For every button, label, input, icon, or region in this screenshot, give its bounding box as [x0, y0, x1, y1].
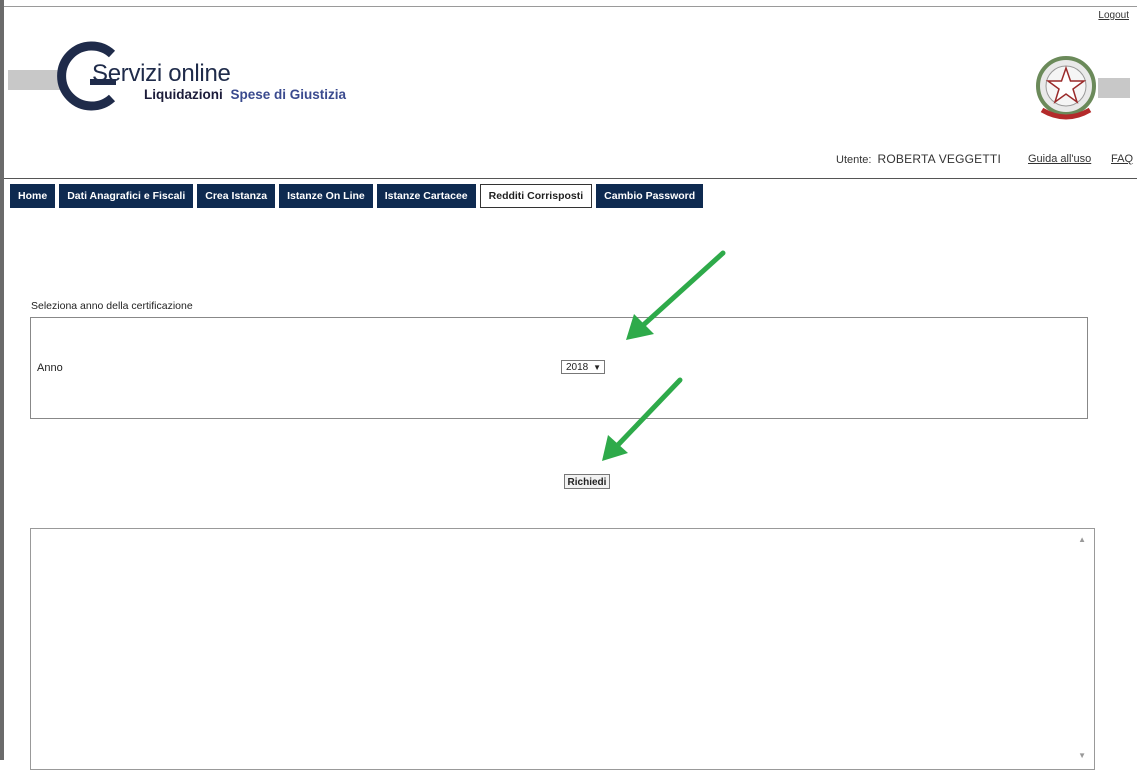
- year-select-value: 2018: [566, 362, 589, 373]
- scroll-up-icon[interactable]: ▲: [1078, 535, 1086, 544]
- tab-cambio-password[interactable]: Cambio Password: [596, 184, 704, 208]
- annotation-arrow-icon: [602, 377, 683, 461]
- tab-istanze-online[interactable]: Istanze On Line: [279, 184, 373, 208]
- section-title: Seleziona anno della certificazione: [31, 300, 193, 312]
- faq-link[interactable]: FAQ: [1111, 153, 1133, 165]
- tab-redditi-corrisposti[interactable]: Redditi Corrisposti: [479, 184, 593, 208]
- filter-fieldset: [30, 317, 1088, 419]
- window-frame-left: [0, 0, 4, 760]
- window-frame-top: [4, 6, 1137, 7]
- brand-sub-colored: Spese di Giustizia: [230, 87, 347, 102]
- result-textarea[interactable]: ▲ ▼: [30, 528, 1095, 770]
- tab-crea-istanza[interactable]: Crea Istanza: [197, 184, 276, 208]
- italian-emblem-icon: [1036, 56, 1096, 120]
- nav-divider: [4, 178, 1137, 179]
- chevron-down-icon: ▼: [593, 363, 601, 372]
- year-select[interactable]: 2018 ▼: [561, 360, 605, 374]
- tab-dati-anagrafici[interactable]: Dati Anagrafici e Fiscali: [59, 184, 194, 208]
- richiedi-button[interactable]: Richiedi: [564, 474, 610, 489]
- logout-link[interactable]: Logout: [1098, 10, 1129, 21]
- tab-home[interactable]: Home: [10, 184, 56, 208]
- annotation-arrow-icon: [626, 250, 726, 340]
- logo-bar-right: [1098, 78, 1130, 98]
- guide-link[interactable]: Guida all'uso: [1028, 153, 1091, 165]
- user-info: Utente: ROBERTA VEGGETTI: [836, 152, 1001, 166]
- main-nav: Home Dati Anagrafici e Fiscali Crea Ista…: [10, 184, 704, 208]
- brand-sub-bold: Liquidazioni: [144, 87, 223, 102]
- tab-istanze-cartacee[interactable]: Istanze Cartacee: [376, 184, 476, 208]
- user-label: Utente:: [836, 154, 872, 166]
- scroll-down-icon[interactable]: ▼: [1078, 751, 1086, 760]
- user-name: ROBERTA VEGGETTI: [877, 152, 1001, 166]
- brand-subtitle: Liquidazioni Spese di Giustizia: [144, 87, 346, 102]
- brand-title: Servizi online: [92, 60, 231, 87]
- year-label: Anno: [37, 362, 63, 374]
